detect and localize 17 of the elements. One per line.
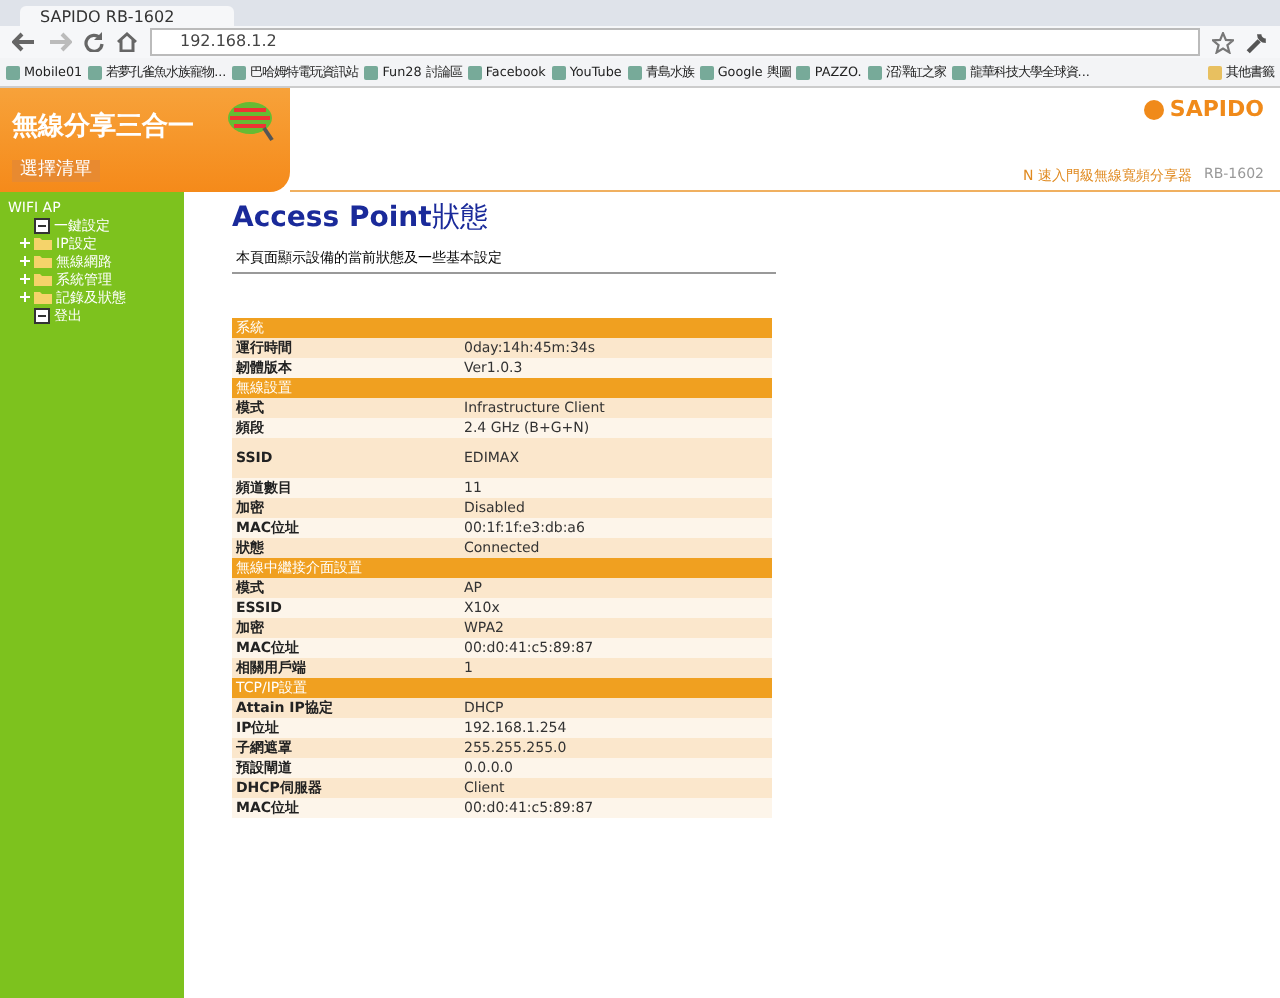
star-icon[interactable] (1212, 31, 1234, 53)
page-icon (34, 307, 50, 323)
reload-icon[interactable] (84, 32, 104, 52)
product-title: 無線分享三合一 (12, 109, 194, 144)
brand-logo: SAPIDO (1143, 96, 1264, 122)
page-title: Access Point狀態 (232, 200, 490, 236)
back-icon[interactable] (12, 32, 36, 52)
expand-icon[interactable] (20, 274, 30, 284)
browser-tab[interactable]: SAPIDO RB-1602 (20, 6, 235, 26)
home-icon[interactable] (116, 32, 138, 52)
page-icon (34, 217, 50, 233)
expand-icon[interactable] (20, 238, 30, 248)
expand-icon[interactable] (20, 292, 30, 302)
balloon-icon (224, 98, 276, 142)
address-bar[interactable]: 192.168.1.2 (150, 28, 1200, 56)
expand-icon[interactable] (20, 256, 30, 266)
wrench-icon[interactable] (1246, 31, 1268, 53)
